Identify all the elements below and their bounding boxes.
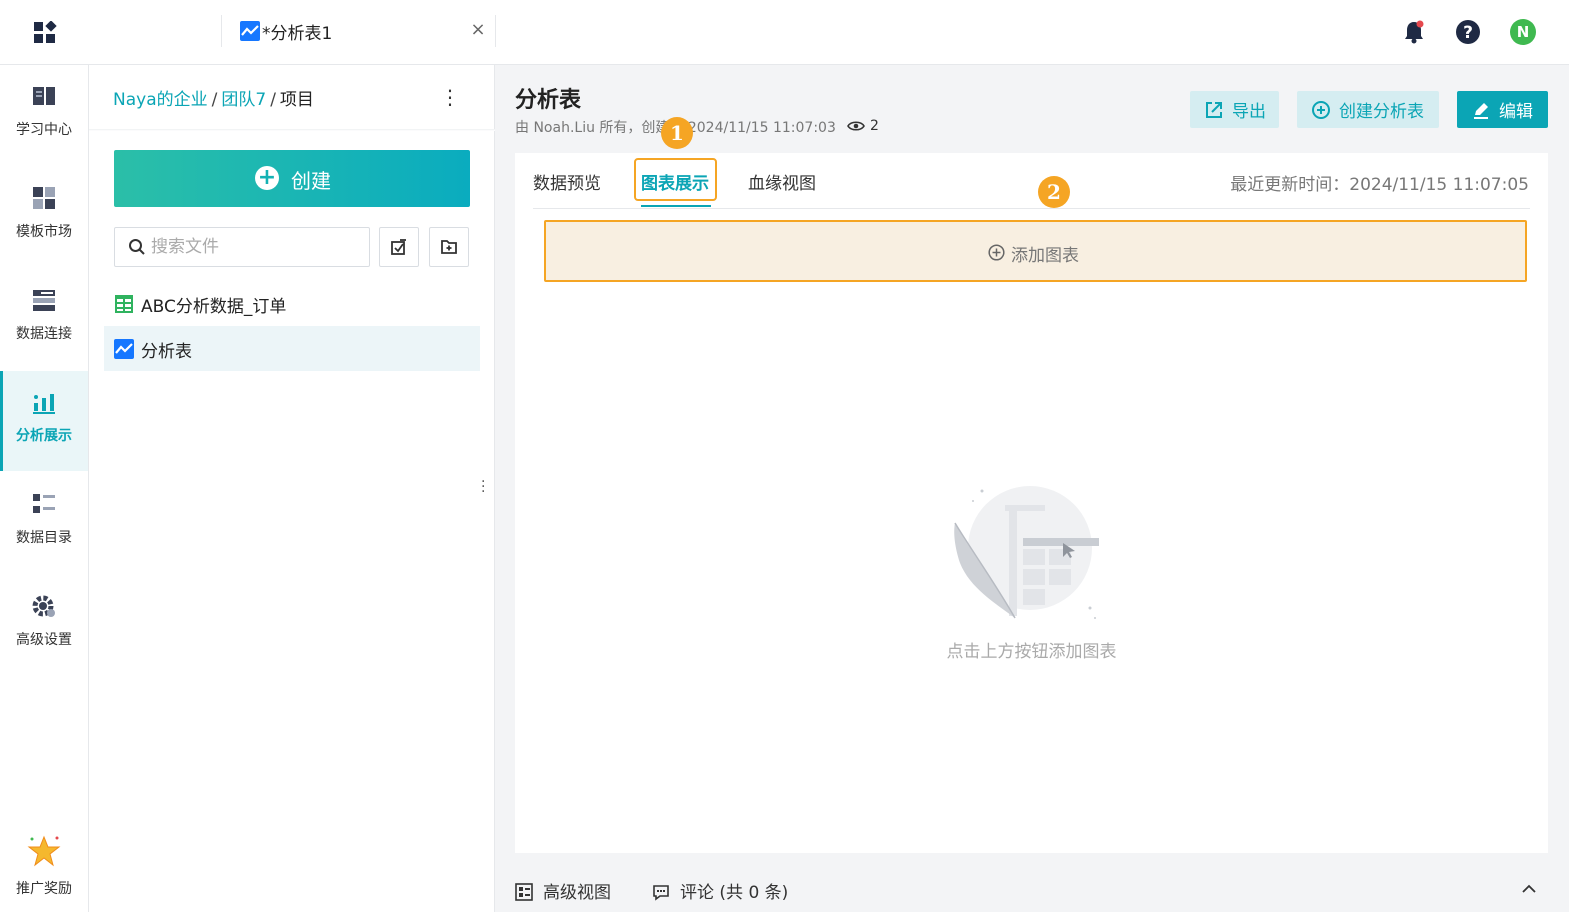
add-chart-button[interactable]: 添加图表 xyxy=(544,220,1527,282)
last-update-time: 最近更新时间：2024/11/15 11:07:05 xyxy=(1230,175,1529,195)
checkbox-edit-icon xyxy=(391,239,406,255)
nav-label: 分析展示 xyxy=(16,428,72,444)
create-analysis-sheet-label: 创建分析表 xyxy=(1339,102,1424,122)
view-count-value: 2 xyxy=(870,118,879,134)
file-panel: Naya的企业/团队7/项目 ⋮ + 创建 ABC分析数据_订单 分析表 ··· xyxy=(89,65,495,912)
document-tab[interactable]: *分析表1 × xyxy=(221,15,496,47)
nav-item-promo-rewards[interactable]: 推广奖励 xyxy=(0,822,88,912)
nav-label: 高级设置 xyxy=(16,632,72,648)
tab-lineage-view[interactable]: 血缘视图 xyxy=(748,169,816,194)
edit-label: 编辑 xyxy=(1499,102,1533,122)
export-label: 导出 xyxy=(1232,102,1266,122)
advanced-view-button[interactable]: 高级视图 xyxy=(515,878,611,903)
star-icon xyxy=(27,834,61,868)
search-box xyxy=(114,227,370,267)
tab-label: *分析表1 xyxy=(262,24,333,44)
breadcrumb: Naya的企业 / 团队7/项目 xyxy=(113,90,314,110)
nav-label: 数据目录 xyxy=(16,530,72,546)
file-item-selected[interactable]: 分析表 xyxy=(104,326,480,371)
book-icon xyxy=(31,83,57,109)
breadcrumb-project: 项目 xyxy=(279,90,314,110)
nav-item-learning-center[interactable]: 学习中心 xyxy=(0,65,88,165)
export-button[interactable]: 导出 xyxy=(1190,91,1279,128)
file-label: 分析表 xyxy=(141,342,192,362)
bell-icon[interactable] xyxy=(1401,19,1427,45)
plus-circle-icon xyxy=(1311,100,1331,120)
folder-add-icon xyxy=(441,240,457,254)
nav-label: 模板市场 xyxy=(16,224,72,240)
step-badge-2: 2 xyxy=(1038,176,1070,208)
top-bar: *分析表1 × ? N xyxy=(0,0,1569,65)
nav-item-data-connection[interactable]: 数据连接 xyxy=(0,269,88,369)
active-tab-underline xyxy=(641,205,711,207)
spreadsheet-icon xyxy=(114,294,134,314)
left-nav: 学习中心 模板市场 数据连接 分析展示 数据目录 高级设置 推广奖励 xyxy=(0,65,89,912)
tab-data-preview[interactable]: 数据预览 xyxy=(533,169,601,194)
data-connect-icon xyxy=(31,287,57,313)
search-icon xyxy=(128,238,146,256)
empty-state-illustration xyxy=(945,483,1105,628)
template-icon xyxy=(31,185,57,211)
settings-gear-icon xyxy=(31,593,57,619)
plus-icon: + xyxy=(255,166,279,190)
breadcrumb-enterprise[interactable]: Naya的企业 xyxy=(113,90,208,110)
comments-label: 评论 (共 0 条) xyxy=(680,883,789,903)
chevron-up-icon[interactable] xyxy=(1520,880,1538,898)
analysis-sheet-icon xyxy=(240,21,260,41)
nav-item-template-market[interactable]: 模板市场 xyxy=(0,167,88,267)
divider xyxy=(533,208,1530,209)
analysis-icon xyxy=(31,389,57,415)
empty-state-text: 点击上方按钮添加图表 xyxy=(946,642,1117,662)
close-icon[interactable]: × xyxy=(469,21,487,39)
nav-label: 学习中心 xyxy=(16,122,72,138)
avatar[interactable]: N xyxy=(1510,19,1536,45)
catalog-icon xyxy=(31,491,57,517)
pencil-icon xyxy=(1471,100,1491,120)
advanced-view-label: 高级视图 xyxy=(543,883,611,903)
create-label: 创建 xyxy=(291,169,331,193)
new-folder-button[interactable] xyxy=(429,227,469,267)
nav-item-advanced-settings[interactable]: 高级设置 xyxy=(0,575,88,675)
nav-label: 推广奖励 xyxy=(16,881,72,897)
bottom-bar: 高级视图 评论 (共 0 条) xyxy=(495,866,1569,912)
advanced-view-icon xyxy=(515,883,533,901)
export-icon xyxy=(1204,100,1224,120)
breadcrumb-team[interactable]: 团队7 xyxy=(221,90,266,110)
apps-icon[interactable] xyxy=(33,20,57,45)
comments-button[interactable]: 评论 (共 0 条) xyxy=(652,878,788,903)
create-analysis-sheet-button[interactable]: 创建分析表 xyxy=(1297,91,1439,128)
create-button[interactable]: + 创建 xyxy=(114,150,470,207)
nav-item-analysis[interactable]: 分析展示 xyxy=(0,371,88,471)
batch-select-button[interactable] xyxy=(379,227,419,267)
divider xyxy=(89,129,495,131)
more-vertical-icon[interactable]: ⋮ xyxy=(440,85,460,109)
step-badge-1: 1 xyxy=(661,117,693,149)
content-card: 数据预览 图表展示 血缘视图 最近更新时间：2024/11/15 11:07:0… xyxy=(515,153,1548,853)
help-icon[interactable]: ? xyxy=(1455,19,1481,45)
comment-icon xyxy=(653,885,669,901)
analysis-sheet-icon xyxy=(114,339,134,359)
view-count: 2 xyxy=(847,118,879,134)
page-title: 分析表 xyxy=(515,88,582,113)
nav-label: 数据连接 xyxy=(16,326,72,342)
tab-highlight-box xyxy=(634,158,717,201)
svg-text:?: ? xyxy=(1463,23,1473,43)
edit-button[interactable]: 编辑 xyxy=(1457,91,1548,128)
eye-icon xyxy=(847,121,865,131)
add-chart-label: 添加图表 xyxy=(1011,246,1079,266)
file-item[interactable]: ABC分析数据_订单 xyxy=(104,281,480,326)
nav-item-data-catalog[interactable]: 数据目录 xyxy=(0,473,88,573)
search-input[interactable] xyxy=(151,234,361,260)
plus-circle-icon xyxy=(988,244,1005,261)
file-label: ABC分析数据_订单 xyxy=(141,297,287,317)
resize-handle[interactable]: · · · xyxy=(481,475,489,499)
